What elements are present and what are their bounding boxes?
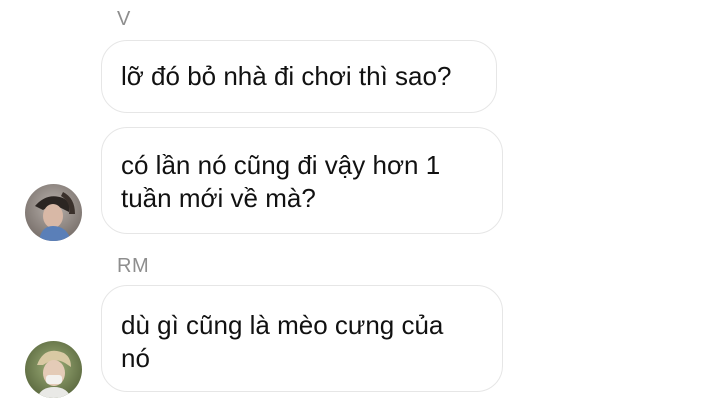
- avatar-v[interactable]: [25, 184, 82, 241]
- profile-photo-rm-icon: [25, 341, 82, 398]
- message-text: lỡ đó bỏ nhà đi chơi thì sao?: [121, 61, 452, 91]
- message-text: tuần mới về mà?: [121, 183, 316, 213]
- message-text: nó: [121, 343, 150, 373]
- sender-name-v: V: [117, 8, 131, 30]
- message-bubble[interactable]: dù gì cũng là mèo cưng của nó: [101, 285, 503, 392]
- message-text: có lần nó cũng đi vậy hơn 1: [121, 150, 441, 180]
- message-text: dù gì cũng là mèo cưng của: [121, 310, 444, 340]
- message-bubble[interactable]: có lần nó cũng đi vậy hơn 1 tuần mới về …: [101, 127, 503, 234]
- message-bubble[interactable]: lỡ đó bỏ nhà đi chơi thì sao?: [101, 40, 497, 113]
- profile-photo-v-icon: [25, 184, 82, 241]
- sender-name-rm: RM: [117, 255, 150, 277]
- avatar-rm[interactable]: [25, 341, 82, 398]
